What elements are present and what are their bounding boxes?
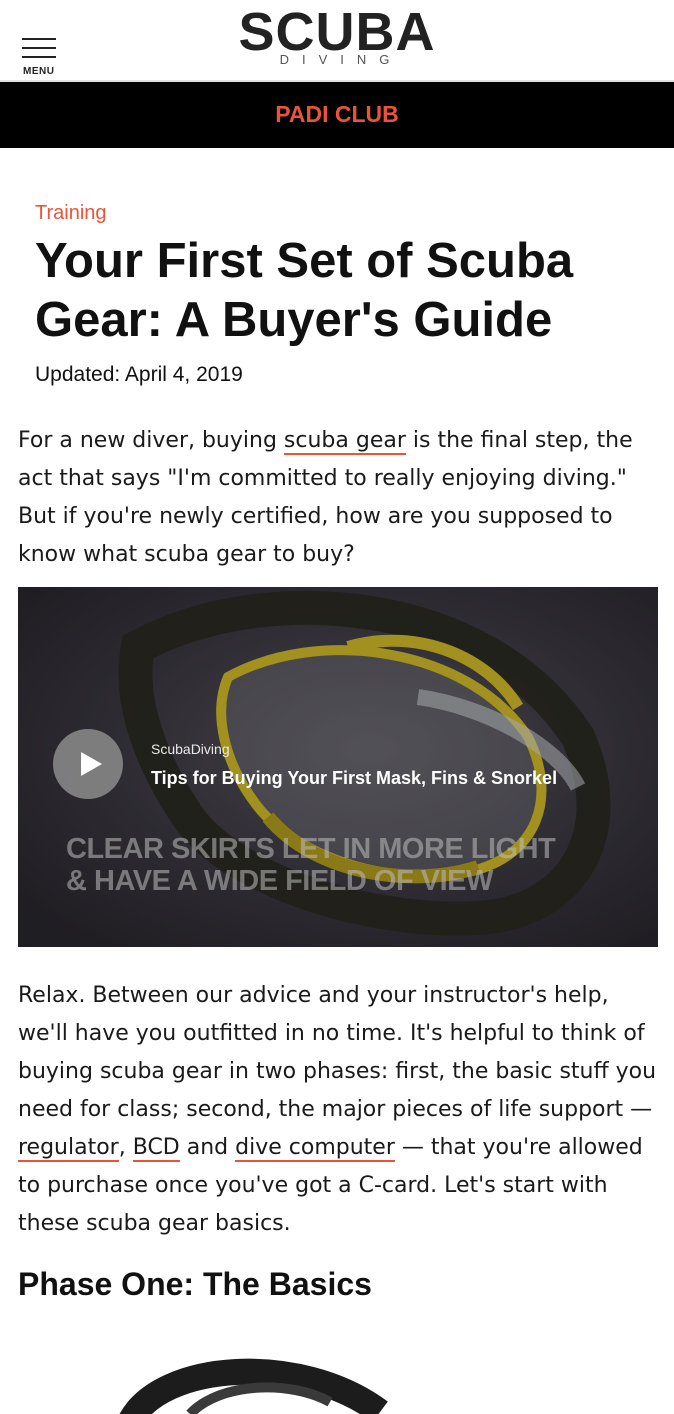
article-paragraph: For a new diver, buying scuba gear is th…	[18, 422, 658, 574]
article-category[interactable]: Training	[35, 202, 107, 225]
scuba-gear-link[interactable]: scuba gear	[283, 428, 406, 455]
gear-image	[100, 1352, 420, 1414]
menu-label: MENU	[23, 66, 55, 77]
play-icon	[81, 752, 102, 776]
video-player[interactable]: CLEAR SKIRTS LET IN MORE LIGHT & HAVE A …	[18, 587, 658, 947]
padi-club-link[interactable]: PADI CLUB	[275, 101, 399, 128]
article-paragraph: Relax. Between our advice and your instr…	[18, 977, 658, 1243]
video-caption-line: CLEAR SKIRTS LET IN MORE LIGHT	[66, 833, 556, 865]
video-caption: CLEAR SKIRTS LET IN MORE LIGHT & HAVE A …	[66, 833, 556, 897]
section-heading: Phase One: The Basics	[18, 1266, 372, 1302]
bcd-link[interactable]: BCD	[132, 1135, 180, 1162]
video-caption-line: & HAVE A WIDE FIELD OF VIEW	[66, 865, 493, 897]
gear-image-graphic	[119, 1358, 388, 1414]
paragraph-text: ,	[118, 1135, 133, 1160]
article-title: Your First Set of Scuba Gear: A Buyer's …	[35, 234, 574, 347]
paragraph-text: For a new diver, buying	[18, 428, 284, 453]
regulator-link[interactable]: regulator	[18, 1135, 119, 1162]
menu-button[interactable]: MENU	[22, 38, 58, 78]
paragraph-text: and	[179, 1135, 236, 1160]
dive-computer-link[interactable]: dive computer	[235, 1135, 395, 1162]
play-button[interactable]	[53, 729, 123, 799]
article-updated-date: Updated: April 4, 2019	[35, 363, 243, 386]
site-logo[interactable]: SCUBA DIVING	[0, 0, 674, 82]
site-header: SCUBA DIVING MENU	[0, 0, 674, 82]
video-channel-name: ScubaDiving	[151, 741, 230, 757]
hamburger-icon	[22, 38, 56, 58]
video-title: Tips for Buying Your First Mask, Fins & …	[151, 768, 558, 788]
logo-subtitle: DIVING	[279, 52, 403, 67]
promo-bar: PADI CLUB	[0, 82, 674, 148]
paragraph-text: Relax. Between our advice and your instr…	[18, 983, 657, 1122]
